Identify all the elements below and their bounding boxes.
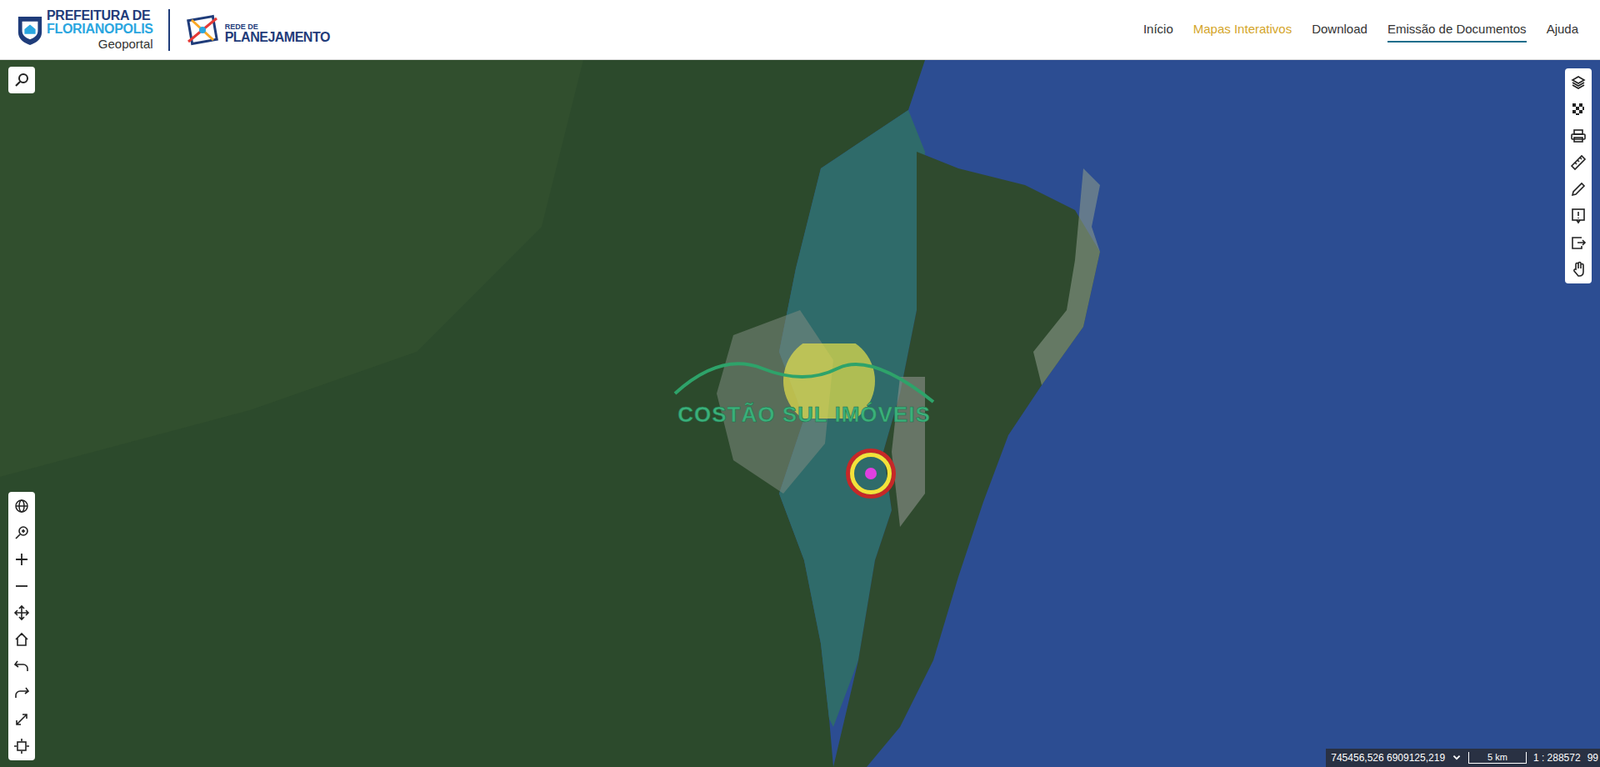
export-icon — [1570, 234, 1587, 251]
print-icon — [1570, 127, 1587, 145]
expand-button[interactable] — [8, 707, 35, 731]
coordinates: 745456,526 6909125,219 — [1330, 751, 1445, 764]
ruler-icon — [1570, 154, 1587, 171]
search-button[interactable] — [8, 66, 35, 94]
undo-icon — [13, 657, 30, 675]
globe-button[interactable] — [8, 494, 35, 518]
partner-line2: PLANEJAMENTO — [225, 30, 330, 45]
geoportal-page: PREFEITURA DEFLORIANOPOLISGeoportal REDE … — [0, 0, 1600, 767]
partner-text: REDE DEPLANEJAMENTO — [225, 23, 330, 45]
location-marker[interactable] — [845, 448, 896, 499]
brand-sub: Geoportal — [98, 37, 154, 50]
plus-button[interactable] — [8, 547, 35, 571]
home-button[interactable] — [8, 627, 35, 651]
chevron-down-icon[interactable] — [1451, 752, 1462, 763]
status-extra: 99 — [1587, 751, 1600, 764]
plus-icon — [13, 550, 30, 568]
nav-item[interactable]: Download — [1311, 16, 1368, 43]
redo-icon — [13, 684, 30, 701]
planning-icon — [185, 13, 222, 47]
search-icon — [13, 71, 30, 89]
marker-dot — [865, 467, 877, 480]
extent-icon — [13, 737, 30, 755]
pencil-icon — [1570, 180, 1587, 198]
left-toolbar — [8, 491, 35, 760]
move-icon — [13, 604, 30, 621]
info-button[interactable] — [1565, 204, 1592, 228]
home-icon — [13, 630, 30, 648]
grid-icon — [1570, 100, 1587, 118]
grid-button[interactable] — [1565, 97, 1592, 121]
layers-button[interactable] — [1565, 70, 1592, 95]
undo-button[interactable] — [8, 654, 35, 678]
minus-icon — [13, 577, 30, 595]
nav-item[interactable]: Ajuda — [1546, 16, 1579, 43]
scale-ratio: 1 : 288572 — [1533, 751, 1581, 764]
watermark-text: COSTÃO SUL IMÓVEIS — [677, 401, 931, 428]
status-bar: 745456,526 6909125,219 5 km 1 : 288572 99 — [1325, 748, 1600, 767]
ruler-button[interactable] — [1565, 150, 1592, 175]
partner-line1: REDE DE — [225, 23, 330, 31]
minus-button[interactable] — [8, 574, 35, 598]
right-toolbar — [1565, 68, 1592, 284]
hand-icon — [1570, 260, 1587, 278]
redo-button[interactable] — [8, 680, 35, 705]
print-button[interactable] — [1565, 124, 1592, 148]
zoomfind-button[interactable] — [8, 520, 35, 545]
rede-logo[interactable]: REDE DEPLANEJAMENTO — [185, 13, 330, 47]
globe-icon — [13, 497, 30, 515]
nav-item[interactable]: Emissão de Documentos — [1387, 16, 1527, 43]
zoomfind-icon — [13, 524, 30, 541]
brands: PREFEITURA DEFLORIANOPOLISGeoportal REDE … — [16, 9, 330, 51]
map-view[interactable]: COSTÃO SUL IMÓVEIS 745456,526 6909125,219… — [0, 60, 1600, 767]
move-button[interactable] — [8, 600, 35, 625]
brand-text: PREFEITURA DEFLORIANOPOLISGeoportal — [46, 9, 154, 50]
pencil-button[interactable] — [1565, 177, 1592, 201]
main-nav: Início Mapas Interativos Download Emissão d… — [1143, 16, 1584, 43]
layers-icon — [1570, 74, 1587, 91]
hand-button[interactable] — [1565, 257, 1592, 281]
info-icon — [1570, 207, 1587, 225]
prefeitura-logo[interactable]: PREFEITURA DEFLORIANOPOLISGeoportal — [16, 9, 154, 50]
brand-line1: PREFEITURA DE — [46, 9, 154, 23]
nav-item[interactable]: Início — [1143, 16, 1174, 43]
header: PREFEITURA DEFLORIANOPOLISGeoportal REDE … — [0, 0, 1600, 60]
export-button[interactable] — [1565, 230, 1592, 255]
expand-icon — [13, 710, 30, 728]
nav-item[interactable]: Mapas Interativos — [1193, 16, 1292, 43]
scale-bar: 5 km — [1468, 751, 1527, 764]
extent-button[interactable] — [8, 734, 35, 758]
shield-icon — [16, 14, 44, 46]
divider — [168, 9, 170, 51]
watermark: COSTÃO SUL IMÓVEIS — [666, 343, 942, 428]
brand-line2: FLORIANOPOLIS — [46, 22, 154, 36]
